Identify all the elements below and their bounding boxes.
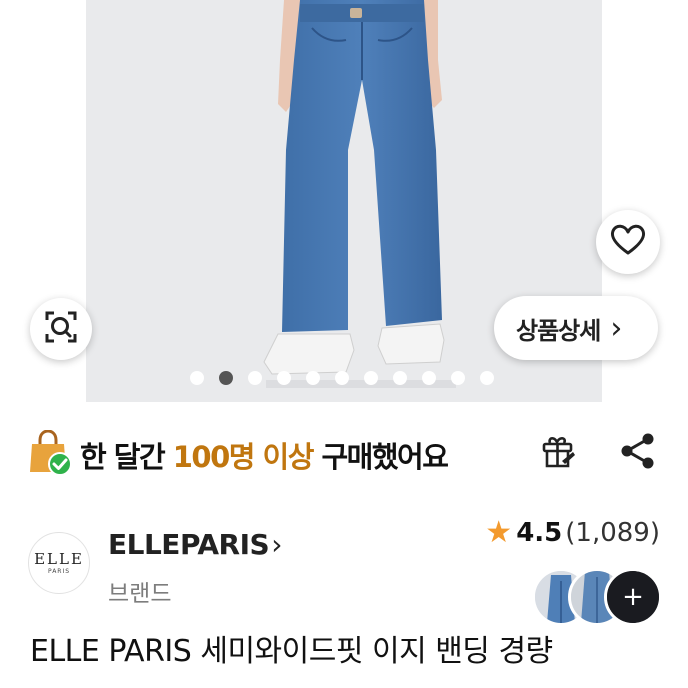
carousel-dot[interactable] <box>190 371 204 385</box>
carousel-dot[interactable] <box>364 371 378 385</box>
brand-logo-subtext: PARIS <box>47 568 71 575</box>
shopping-bag-check-icon <box>28 429 74 482</box>
brand-type-label: 브랜드 <box>108 581 172 607</box>
product-title: ELLE PARIS 세미와이드핏 이지 밴딩 경량 <box>30 634 553 669</box>
chevron-right-icon: › <box>271 528 282 561</box>
carousel-dot[interactable] <box>451 371 465 385</box>
zoom-button[interactable] <box>30 298 92 360</box>
zoom-search-icon <box>44 310 78 348</box>
share-icon[interactable] <box>620 432 656 474</box>
product-detail-button[interactable]: 상품상세 › <box>494 296 658 360</box>
purchase-info-row: 한 달간 100명 이상 구매했어요 <box>0 420 688 484</box>
heart-icon <box>610 224 646 260</box>
product-image-carousel[interactable]: 상품상세 › <box>0 0 688 402</box>
carousel-dot-active[interactable] <box>219 371 233 385</box>
chevron-right-icon: › <box>610 310 622 346</box>
purchase-count-text: 한 달간 100명 이상 구매했어요 <box>80 434 449 476</box>
gift-icon[interactable] <box>540 434 576 474</box>
carousel-dot[interactable] <box>306 371 320 385</box>
carousel-dot[interactable] <box>277 371 291 385</box>
purchase-highlight: 100명 이상 <box>172 440 315 474</box>
brand-row[interactable]: ELLE PARIS ELLEPARIS› 브랜드 ★ 4.5 (1,089) … <box>0 512 688 626</box>
review-thumbnails[interactable]: + <box>532 568 662 628</box>
plus-icon: + <box>622 582 644 612</box>
rating-score: 4.5 <box>516 517 563 548</box>
review-count: (1,089) <box>565 517 660 548</box>
purchase-suffix: 구매했어요 <box>312 440 449 474</box>
product-detail-label: 상품상세 <box>516 316 601 345</box>
carousel-dot[interactable] <box>480 371 494 385</box>
brand-logo-text: ELLE <box>34 550 84 568</box>
carousel-indicator <box>190 371 494 385</box>
more-reviews-thumbnail[interactable]: + <box>604 568 662 626</box>
carousel-dot[interactable] <box>335 371 349 385</box>
brand-name: ELLEPARIS <box>108 528 270 561</box>
brand-logo[interactable]: ELLE PARIS <box>28 532 90 594</box>
rating-summary[interactable]: ★ 4.5 (1,089) <box>485 515 660 550</box>
carousel-dot[interactable] <box>393 371 407 385</box>
purchase-prefix: 한 달간 <box>80 440 173 474</box>
star-icon: ★ <box>485 515 513 550</box>
carousel-dot[interactable] <box>422 371 436 385</box>
carousel-dot[interactable] <box>248 371 262 385</box>
wishlist-button[interactable] <box>596 210 660 274</box>
brand-name-link[interactable]: ELLEPARIS› <box>108 528 282 561</box>
